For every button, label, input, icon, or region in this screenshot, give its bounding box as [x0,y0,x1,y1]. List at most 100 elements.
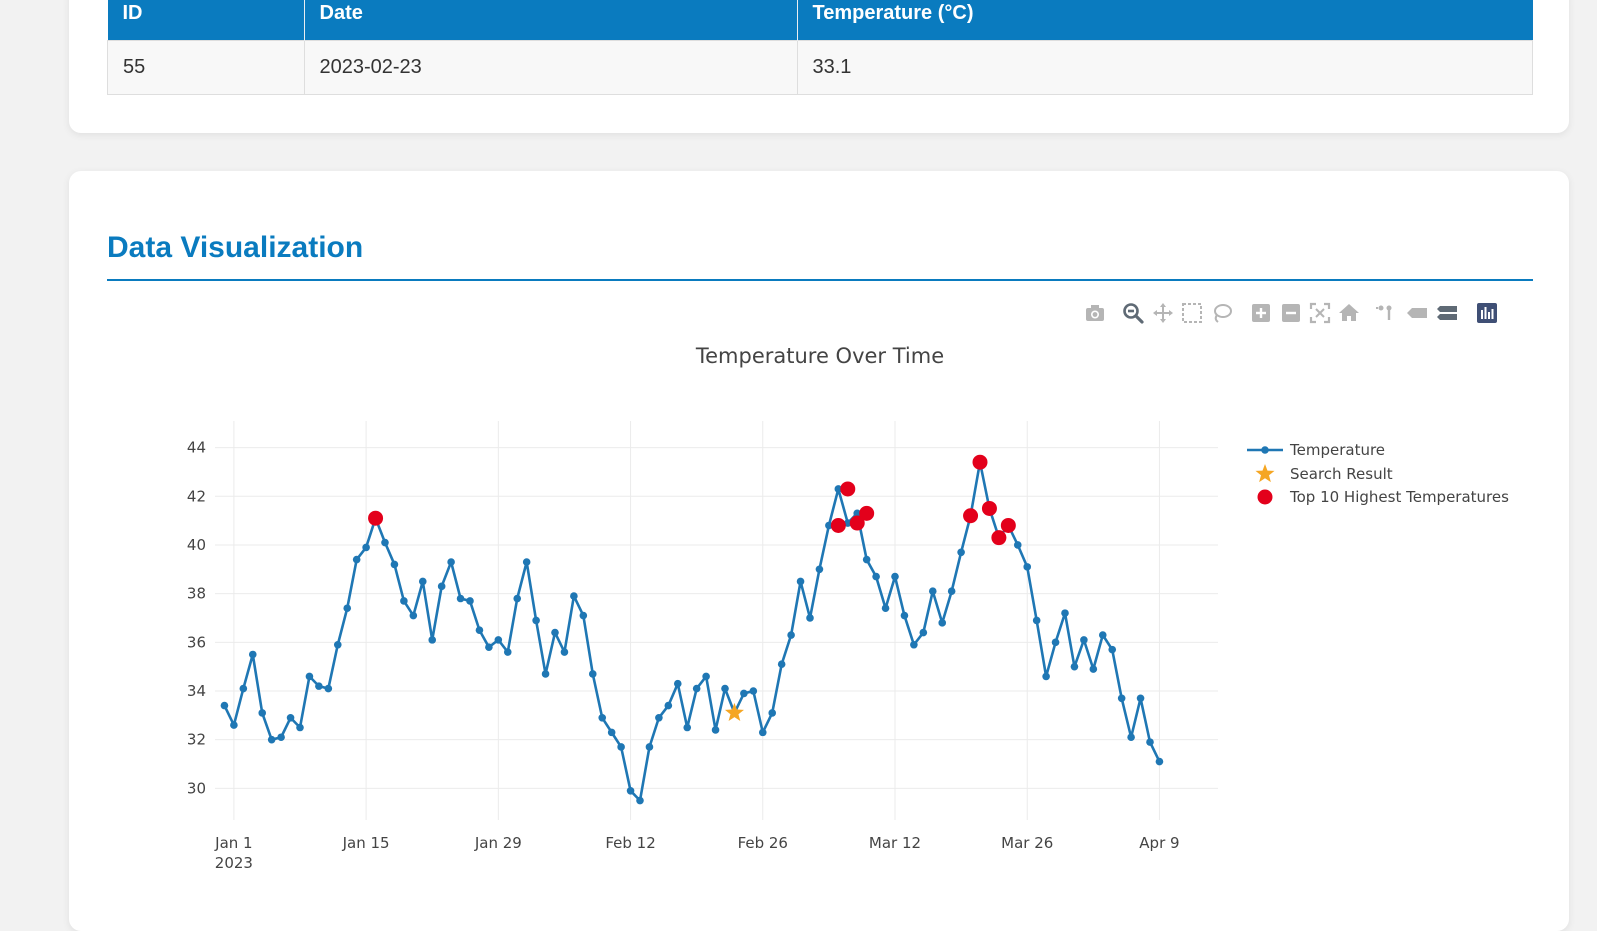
top-temperature-marker [859,505,875,521]
temperature-point [296,723,304,732]
y-tick-label: 34 [187,682,206,700]
top-temperature-marker [981,500,997,516]
temperature-point [796,577,805,586]
temperature-point [1136,694,1145,703]
top-temperature-marker [368,510,384,526]
temperature-point [267,735,276,744]
temperature-point [947,587,956,596]
legend-point-swatch [1261,446,1269,454]
temperature-point [626,786,635,795]
temperature-point [248,650,257,659]
temperature-point [919,628,928,637]
temperature-point [588,670,597,678]
series-layer [220,454,1164,805]
top-temperature-marker [1000,517,1016,533]
temperature-point [551,628,559,637]
temperature-point [702,672,710,681]
temperature-point [598,713,607,722]
temperature-point [938,619,947,627]
x-tick-label: Jan 29 [474,834,522,852]
temperature-point [1155,757,1164,766]
top-temperature-marker [840,481,856,497]
temperature-point [503,648,512,656]
temperature-point [1061,609,1069,617]
legend-dot-swatch [1257,489,1273,505]
x-tick-label: Feb 12 [605,834,655,852]
temperature-point [475,626,484,634]
temperature-point [740,689,748,698]
temperature-point [636,796,644,805]
temperature-point [409,611,418,620]
x-tick-label: Jan 15 [342,834,390,852]
temperature-point [494,636,503,644]
chart-title: Temperature Over Time [695,344,944,368]
temperature-point [957,548,965,557]
x-tick-label: Mar 12 [869,834,921,852]
legend-label: Temperature [1289,441,1385,459]
temperature-point [315,682,323,690]
temperature-point [324,684,333,693]
temperature-point [447,558,455,566]
temperature-point [456,594,465,603]
temperature-point [607,728,616,737]
temperature-point [872,572,880,581]
temperature-point [1080,636,1088,644]
y-tick-label: 40 [187,536,206,554]
temperature-point [721,684,729,693]
temperature-point [1070,662,1079,671]
temperature-point [522,558,531,566]
x-axis-ticks: Jan 1 2023 Jan 15 Jan 29 Feb 12 Feb 26 Mar 12 M… [214,834,1179,872]
x-tick-label: Feb 26 [738,834,788,852]
temperature-point [655,713,663,722]
legend-label: Top 10 Highest Temperatures [1289,488,1509,506]
temperature-point [815,565,824,574]
temperature-point [560,648,569,656]
temperature-point [532,616,540,625]
temperature-point [910,640,918,649]
temperature-point [1023,563,1032,571]
x-tick-label: Apr 9 [1139,834,1179,852]
temperature-point [1013,541,1022,549]
temperature-point [617,743,625,751]
temperature-point [711,726,720,734]
temperature-point [787,631,795,639]
chart-legend: Temperature Search Result Top 10 Highest T… [1247,441,1509,506]
temperature-point [286,713,295,722]
temperature-point [485,643,493,651]
temperature-point [381,538,389,547]
temperature-point [428,636,437,644]
temperature-point [258,709,267,717]
temperature-point [664,701,673,710]
temperature-point [891,572,899,581]
temperature-point [673,679,682,688]
top-temperature-marker [830,517,846,533]
temperature-point [1108,645,1117,654]
temperature-point [806,614,814,622]
temperature-point [928,587,937,596]
temperature-point [230,721,238,729]
temperature-point [362,543,370,552]
top-temperature-marker [991,530,1007,546]
temperature-point [758,728,767,737]
temperature-point [277,733,285,742]
temperature-point [418,577,427,586]
y-tick-label: 42 [187,487,206,505]
temperature-point [881,604,890,613]
temperature-point [466,597,474,605]
temperature-point [777,660,786,669]
temperature-point [570,592,578,600]
y-tick-label: 44 [187,439,206,457]
temperature-point [220,701,229,710]
temperature-point [343,604,352,613]
legend-star-swatch [1255,464,1275,483]
temperature-point [1042,672,1050,681]
temperature-point [305,672,314,681]
y-axis-ticks: 30 32 34 36 38 40 42 44 [187,439,206,798]
temperature-point [749,687,758,695]
top-temperature-marker [972,454,988,470]
x-tick-label: Mar 26 [1001,834,1053,852]
temperature-point [900,611,909,620]
temperature-point [437,582,446,591]
temperature-point [1089,665,1098,673]
temperature-point [352,555,361,564]
